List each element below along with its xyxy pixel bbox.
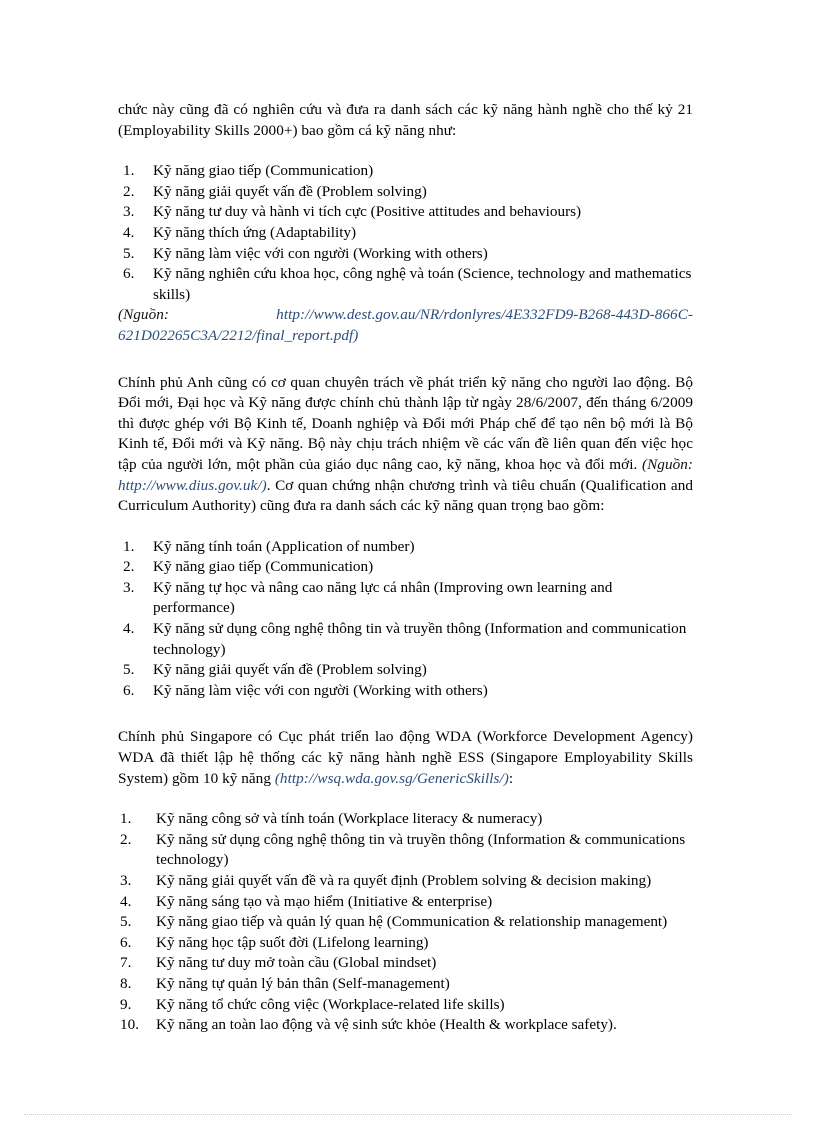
list-item-text: Kỹ năng học tập suốt đời (Lifelong learn…: [156, 933, 429, 951]
document-body: chức này cũng đã có nghiên cứu và đưa ra…: [118, 100, 693, 1036]
list-item: 6. Kỹ năng nghiên cứu khoa học, công nghệ…: [118, 264, 693, 305]
list-item: 2. Kỹ năng giao tiếp (Communication): [118, 557, 693, 578]
list-item-text: Kỹ năng công sở và tính toán (Workplace …: [156, 810, 543, 828]
list-item-number: 3.: [123, 578, 135, 596]
list-item-number: 4.: [120, 892, 132, 910]
list-item-text: Kỹ năng thích ứng (Adaptability): [153, 223, 357, 241]
list-item: 5. Kỹ năng làm việc với con người (Workin…: [118, 244, 693, 265]
list-item: 1. Kỹ năng tính toán (Application of numb…: [118, 537, 693, 558]
list-item-text: Kỹ năng giao tiếp và quản lý quan hệ (Co…: [156, 913, 668, 931]
list-item-text: Kỹ năng sử dụng công nghệ thông tin và t…: [156, 830, 686, 869]
list-item-number: 2.: [123, 558, 135, 576]
list-item-number: 3.: [120, 872, 132, 889]
list-item: 2. Kỹ năng sử dụng công nghệ thông tin và…: [118, 830, 693, 871]
list-item-number: 4.: [123, 620, 135, 638]
list-item-number: 2.: [123, 182, 135, 200]
paragraph-singapore-text-b: :: [508, 769, 514, 787]
paragraph-intro: chức này cũng đã có nghiên cứu và đưa ra…: [118, 101, 693, 139]
list-item-number: 6.: [123, 265, 135, 283]
source-url[interactable]: http://www.dius.gov.uk/): [118, 477, 267, 494]
list-item-number: 2.: [120, 830, 132, 848]
list-item-text: Kỹ năng giao tiếp (Communication): [153, 162, 374, 180]
document-page: chức này cũng đã có nghiên cứu và đưa ra…: [0, 0, 816, 1123]
list-item-number: 6.: [123, 681, 135, 699]
source-label: (Nguồn:: [642, 455, 693, 473]
list-item-text: Kỹ năng tính toán (Application of number…: [153, 537, 415, 555]
list-item-text: Kỹ năng tổ chức công việc (Workplace-rel…: [156, 995, 505, 1013]
list-item-text: Kỹ năng nghiên cứu khoa học, công nghệ v…: [153, 265, 692, 303]
list-item-text: Kỹ năng sử dụng công nghệ thông tin và t…: [153, 620, 687, 658]
list-item-text: Kỹ năng tự học và nâng cao năng lực cá n…: [153, 578, 613, 617]
list-item: 8. Kỹ năng tự quản lý bản thân (Self-mana…: [118, 974, 693, 995]
list-item-text: Kỹ năng giải quyết vấn đề (Problem solvi…: [153, 661, 427, 679]
list-item-text: Kỹ năng tư duy và hành vi tích cực (Posi…: [153, 203, 582, 221]
list-item: 5. Kỹ năng giải quyết vấn đề (Problem sol…: [118, 660, 693, 681]
skills-list-singapore: 1. Kỹ năng công sở và tính toán (Workplac…: [118, 809, 693, 1036]
list-item: 6. Kỹ năng học tập suốt đời (Lifelong lea…: [118, 933, 693, 954]
list-item-number: 10.: [120, 1016, 139, 1034]
list-item: 3. Kỹ năng giải quyết vấn đề và ra quyết …: [118, 871, 693, 892]
list-item-number: 8.: [120, 974, 132, 992]
list-item-number: 1.: [123, 537, 135, 555]
source-url[interactable]: (http://wsq.wda.gov.sg/GenericSkills/): [275, 770, 509, 787]
list-item: 2. Kỹ năng giải quyết vấn đề (Problem sol…: [118, 182, 693, 203]
list-item-number: 5.: [120, 913, 132, 931]
paragraph-singapore: Chính phủ Singapore có Cục phát triển la…: [118, 727, 693, 789]
source-label: (Nguồn:: [118, 306, 277, 324]
list-item: 1. Kỹ năng công sở và tính toán (Workplac…: [118, 809, 693, 830]
list-item-text: Kỹ năng tự quản lý bản thân (Self-manage…: [156, 974, 450, 992]
list-item: 4. Kỹ năng sáng tạo và mạo hiểm (Initiati…: [118, 892, 693, 913]
list-item-number: 1.: [120, 810, 132, 828]
list-item-text: Kỹ năng làm việc với con người (Working …: [153, 244, 488, 262]
list-item-number: 6.: [120, 933, 132, 951]
footer-rule: [24, 1114, 792, 1116]
skills-list-uk: 1. Kỹ năng tính toán (Application of numb…: [118, 537, 693, 702]
list-item: 5. Kỹ năng giao tiếp và quản lý quan hệ (…: [118, 912, 693, 933]
list-item-number: 7.: [120, 954, 132, 972]
list-item: 10. Kỹ năng an toàn lao động và vệ sinh s…: [118, 1015, 693, 1036]
list-item: 3. Kỹ năng tư duy và hành vi tích cực (Po…: [118, 202, 693, 223]
list-item: 9. Kỹ năng tổ chức công việc (Workplace-r…: [118, 995, 693, 1016]
list-item: 6. Kỹ năng làm việc với con người (Workin…: [118, 681, 693, 702]
source-citation-wsq: (http://wsq.wda.gov.sg/GenericSkills/): [275, 770, 509, 787]
paragraph-uk: Chính phủ Anh cũng có cơ quan chuyên trá…: [118, 373, 693, 517]
list-item-text: Kỹ năng an toàn lao động và vệ sinh sức …: [156, 1016, 617, 1034]
list-item-number: 9.: [120, 995, 132, 1013]
paragraph-uk-text-a: Chính phủ Anh cũng có cơ quan chuyên trá…: [118, 373, 693, 473]
list-item-number: 4.: [123, 223, 135, 241]
source-citation-dest: (Nguồn: http://www.dest.gov.au/NR/rdonly…: [118, 305, 693, 346]
list-item: 4. Kỹ năng sử dụng công nghệ thông tin và…: [118, 619, 693, 660]
list-item-number: 5.: [123, 661, 135, 679]
list-item: 7. Kỹ năng tư duy mở toàn cầu (Global min…: [118, 953, 693, 974]
list-item: 1. Kỹ năng giao tiếp (Communication): [118, 161, 693, 182]
list-item-number: 5.: [123, 244, 135, 262]
list-item-text: Kỹ năng tư duy mở toàn cầu (Global minds…: [156, 954, 437, 972]
list-item: 3. Kỹ năng tự học và nâng cao năng lực cá…: [118, 578, 693, 619]
list-item: 4. Kỹ năng thích ứng (Adaptability): [118, 223, 693, 244]
list-item-number: 1.: [123, 162, 135, 180]
list-item-text: Kỹ năng giải quyết vấn đề và ra quyết đị…: [156, 872, 652, 889]
list-item-number: 3.: [123, 203, 135, 221]
list-item-text: Kỹ năng sáng tạo và mạo hiểm (Initiative…: [156, 892, 493, 910]
skills-list-canada: 1. Kỹ năng giao tiếp (Communication) 2. Kỹ…: [118, 161, 693, 305]
list-item-text: Kỹ năng giải quyết vấn đề (Problem solvi…: [153, 182, 427, 200]
list-item-text: Kỹ năng làm việc với con người (Working …: [153, 681, 488, 699]
list-item-text: Kỹ năng giao tiếp (Communication): [153, 558, 374, 576]
